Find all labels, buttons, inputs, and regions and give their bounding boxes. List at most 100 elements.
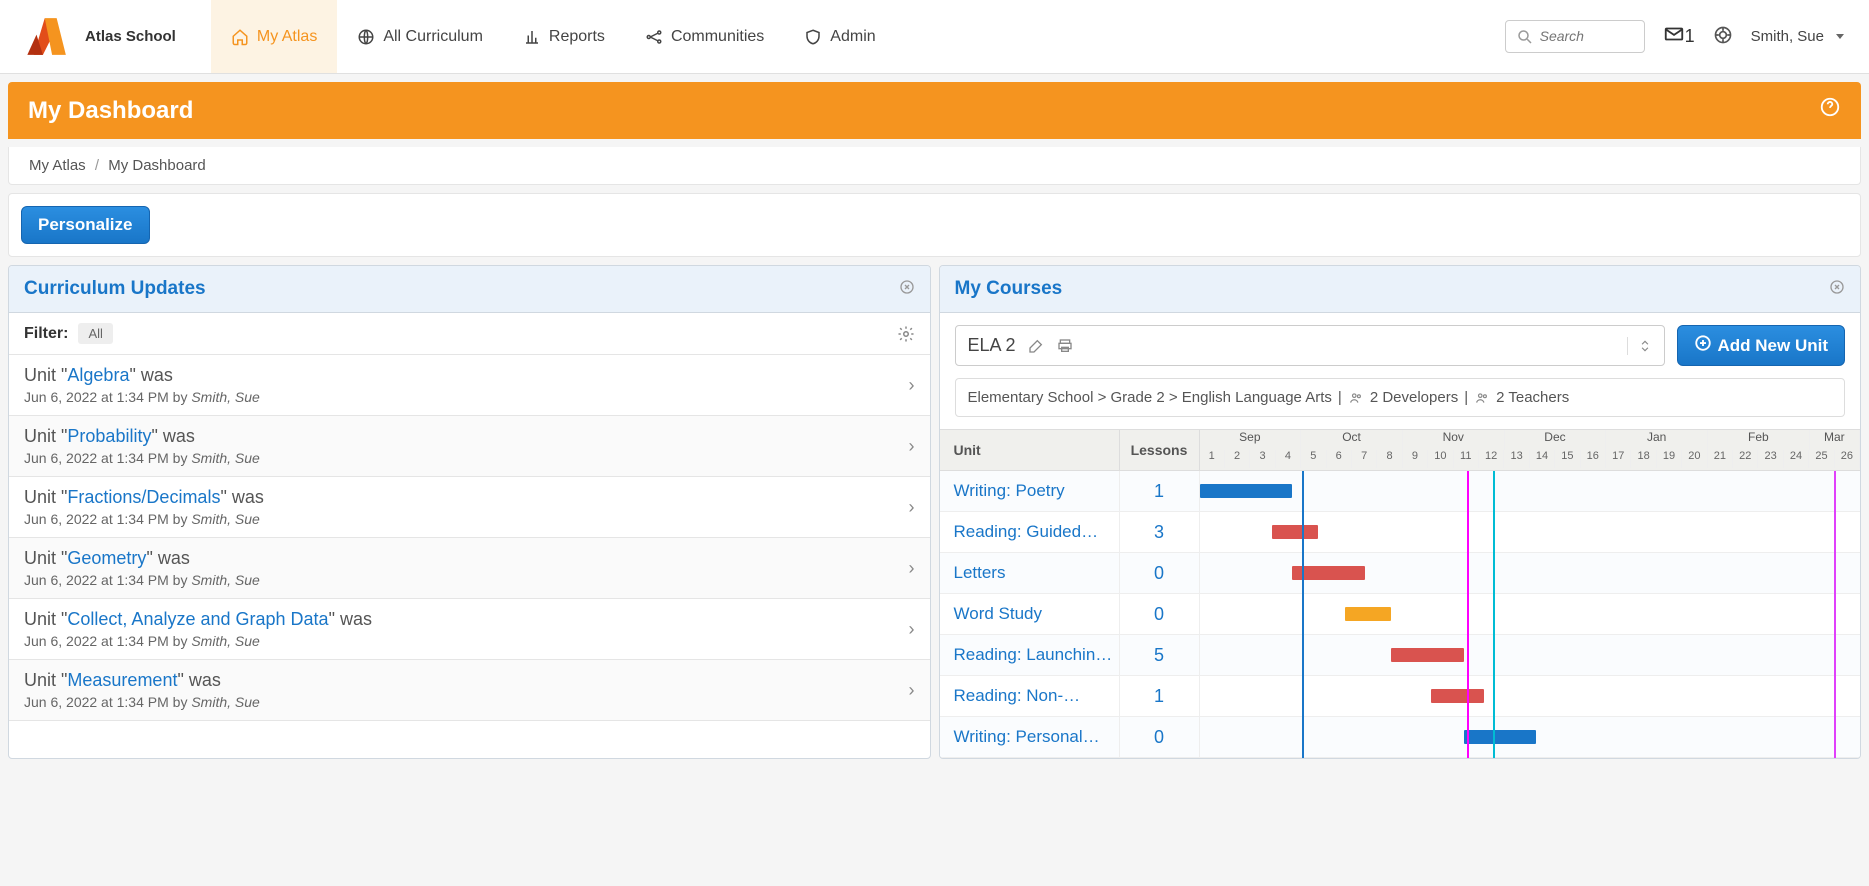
update-row[interactable]: Unit "Probability" was Jun 6, 2022 at 1:…: [9, 416, 930, 477]
marker-line: [1302, 471, 1304, 758]
week-label: 2: [1225, 450, 1250, 468]
week-label: 16: [1581, 450, 1606, 468]
gantt-row: Reading: Guided… 3: [940, 512, 1861, 553]
week-label: 23: [1758, 450, 1783, 468]
breadcrumb-current: My Dashboard: [108, 157, 206, 174]
help-circle-icon[interactable]: [1819, 96, 1841, 125]
gantt-row: Reading: Non-… 1: [940, 676, 1861, 717]
lesson-count[interactable]: 1: [1120, 471, 1200, 511]
close-icon[interactable]: [899, 279, 915, 300]
chevron-right-icon: ›: [909, 680, 915, 701]
user-name: Smith, Sue: [1751, 28, 1824, 45]
lesson-count[interactable]: 5: [1120, 635, 1200, 675]
unit-name[interactable]: Writing: Poetry: [940, 471, 1120, 511]
month-label: Oct: [1301, 430, 1403, 450]
gantt-chart: Unit Lessons SepOctNovDecJanFebMar 12345…: [940, 429, 1861, 758]
gantt-bar[interactable]: [1431, 689, 1484, 703]
week-label: 10: [1428, 450, 1453, 468]
unit-name[interactable]: Letters: [940, 553, 1120, 593]
unit-name[interactable]: Reading: Launchin…: [940, 635, 1120, 675]
add-unit-label: Add New Unit: [1718, 336, 1829, 356]
month-label: Dec: [1505, 430, 1607, 450]
unit-name[interactable]: Writing: Personal…: [940, 717, 1120, 757]
add-new-unit-button[interactable]: Add New Unit: [1677, 325, 1846, 366]
week-label: 1: [1200, 450, 1225, 468]
nav-admin[interactable]: Admin: [784, 0, 895, 73]
update-row[interactable]: Unit "Fractions/Decimals" was Jun 6, 202…: [9, 477, 930, 538]
help-icon[interactable]: [1713, 25, 1733, 48]
col-header-unit: Unit: [940, 430, 1120, 470]
update-row[interactable]: Unit "Collect, Analyze and Graph Data" w…: [9, 599, 930, 660]
update-meta: Jun 6, 2022 at 1:34 PM by Smith, Sue: [24, 511, 264, 527]
week-label: 4: [1276, 450, 1301, 468]
messages-button[interactable]: 1: [1663, 23, 1695, 50]
nav-label: Admin: [830, 28, 875, 46]
lesson-count[interactable]: 0: [1120, 553, 1200, 593]
lesson-count[interactable]: 0: [1120, 717, 1200, 757]
month-label: Mar: [1810, 430, 1860, 450]
gantt-bar[interactable]: [1272, 525, 1318, 539]
update-row[interactable]: Unit "Algebra" was Jun 6, 2022 at 1:34 P…: [9, 355, 930, 416]
marker-line: [1493, 471, 1495, 758]
panel-title: Curriculum Updates: [24, 278, 206, 300]
gantt-bar[interactable]: [1200, 484, 1292, 498]
logo[interactable]: Atlas School: [10, 9, 186, 64]
update-meta: Jun 6, 2022 at 1:34 PM by Smith, Sue: [24, 694, 260, 710]
update-title: Unit "Geometry" was: [24, 548, 260, 569]
unit-name[interactable]: Reading: Guided…: [940, 512, 1120, 552]
gear-icon[interactable]: [897, 325, 915, 343]
nav-communities[interactable]: Communities: [625, 0, 784, 73]
lesson-count[interactable]: 1: [1120, 676, 1200, 716]
update-meta: Jun 6, 2022 at 1:34 PM by Smith, Sue: [24, 572, 260, 588]
gantt-bar[interactable]: [1391, 648, 1464, 662]
gantt-header: Unit Lessons SepOctNovDecJanFebMar 12345…: [940, 430, 1861, 471]
unit-name[interactable]: Word Study: [940, 594, 1120, 634]
breadcrumb-root[interactable]: My Atlas: [29, 157, 86, 174]
search-box[interactable]: [1505, 20, 1645, 52]
lesson-count[interactable]: 0: [1120, 594, 1200, 634]
close-icon[interactable]: [1829, 279, 1845, 300]
app-header: Atlas School My Atlas All Curriculum Rep…: [0, 0, 1869, 74]
chevron-right-icon: ›: [909, 558, 915, 579]
bar-track: [1200, 512, 1861, 552]
month-label: Jan: [1606, 430, 1708, 450]
update-row[interactable]: Unit "Measurement" was Jun 6, 2022 at 1:…: [9, 660, 930, 721]
week-label: 3: [1250, 450, 1275, 468]
personalize-button[interactable]: Personalize: [21, 206, 150, 244]
gantt-bar[interactable]: [1464, 730, 1537, 744]
sort-icon[interactable]: [1627, 337, 1652, 355]
bar-track: [1200, 553, 1861, 593]
course-selector[interactable]: ELA 2: [955, 325, 1665, 366]
week-label: 5: [1301, 450, 1326, 468]
home-icon: [231, 28, 249, 46]
bar-track: [1200, 594, 1861, 634]
nav-all-curriculum[interactable]: All Curriculum: [337, 0, 503, 73]
course-meta: Elementary School > Grade 2 > English La…: [955, 378, 1846, 417]
update-title: Unit "Collect, Analyze and Graph Data" w…: [24, 609, 372, 630]
chevron-right-icon: ›: [909, 436, 915, 457]
teachers-count[interactable]: 2 Teachers: [1496, 389, 1569, 406]
update-row[interactable]: Unit "Geometry" was Jun 6, 2022 at 1:34 …: [9, 538, 930, 599]
gantt-bar[interactable]: [1345, 607, 1391, 621]
caret-down-icon: [1836, 34, 1844, 39]
edit-icon[interactable]: [1028, 338, 1044, 354]
week-label: 8: [1377, 450, 1402, 468]
print-icon[interactable]: [1056, 338, 1074, 354]
marker-line: [1467, 471, 1469, 758]
week-label: 24: [1784, 450, 1809, 468]
gantt-row: Reading: Launchin… 5: [940, 635, 1861, 676]
search-input[interactable]: [1540, 28, 1634, 44]
nav-my-atlas[interactable]: My Atlas: [211, 0, 337, 73]
week-label: 13: [1504, 450, 1529, 468]
week-label: 26: [1835, 450, 1860, 468]
content: Curriculum Updates Filter: All Unit "Alg…: [0, 265, 1869, 767]
user-menu[interactable]: Smith, Sue: [1751, 28, 1844, 45]
unit-name[interactable]: Reading: Non-…: [940, 676, 1120, 716]
nav-reports[interactable]: Reports: [503, 0, 625, 73]
developers-count[interactable]: 2 Developers: [1370, 389, 1458, 406]
bar-track: [1200, 676, 1861, 716]
filter-all-chip[interactable]: All: [78, 323, 112, 344]
lesson-count[interactable]: 3: [1120, 512, 1200, 552]
chevron-right-icon: ›: [909, 619, 915, 640]
selected-course: ELA 2: [968, 335, 1016, 356]
